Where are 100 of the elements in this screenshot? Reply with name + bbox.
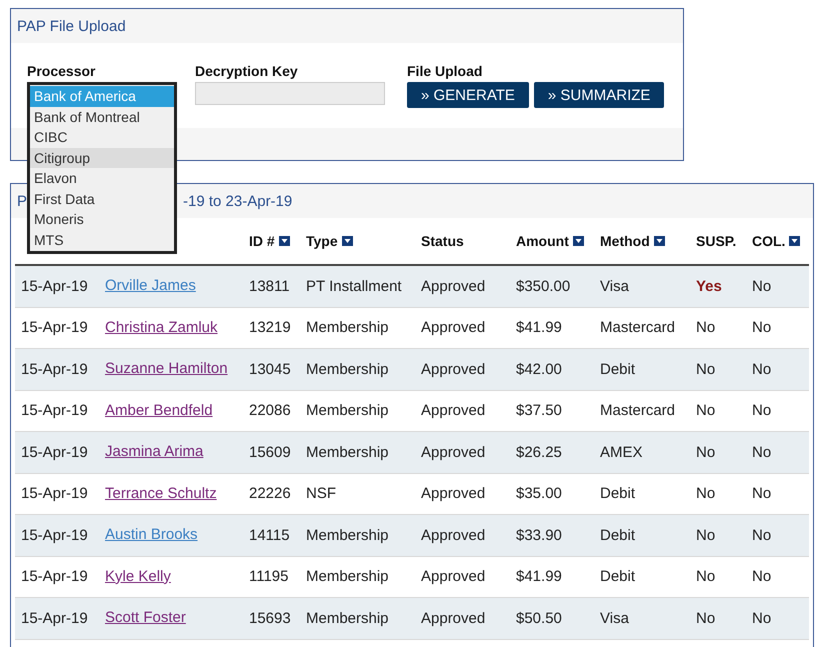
amount-cell-text: $41.99 bbox=[516, 568, 563, 586]
dropdown-option[interactable]: MTS bbox=[30, 230, 174, 250]
type-cell-text: Membership bbox=[306, 610, 390, 627]
collection-cell-text: No bbox=[752, 526, 772, 544]
amount-cell-text: $37.50 bbox=[516, 402, 563, 420]
amount-cell-text: $41.99 bbox=[516, 319, 563, 336]
id-cell-text: 13219 bbox=[249, 319, 292, 336]
status-cell-text: Approved bbox=[421, 319, 486, 336]
field-label: Processor bbox=[27, 63, 96, 79]
decryption-key-field[interactable] bbox=[195, 82, 385, 105]
status-cell-text: Approved bbox=[421, 610, 486, 627]
member-name-link[interactable]: Suzanne Hamilton bbox=[105, 360, 228, 378]
summarize-button[interactable]: » SUMMARIZE bbox=[534, 82, 664, 108]
amount-cell-text: $50.50 bbox=[516, 610, 563, 627]
processor-dropdown-list[interactable]: Bank of America Bank of Montreal CIBC Citigroup Elavon First Data Moneris MTS bbox=[27, 82, 177, 254]
suspicious-cell-text: No bbox=[696, 568, 716, 586]
column-header[interactable]: ID # bbox=[249, 233, 290, 249]
id-cell-text: 22226 bbox=[249, 485, 292, 502]
amount-cell-text: $350.00 bbox=[516, 278, 572, 295]
panel-title: PAP File Upload bbox=[17, 18, 126, 34]
type-cell-text: Membership bbox=[306, 319, 390, 336]
type-cell-text: PT Installment bbox=[306, 278, 403, 295]
suspicious-cell-text: No bbox=[696, 444, 716, 461]
date-cell-text: 15-Apr-19 bbox=[21, 360, 89, 378]
collection-cell-text: No bbox=[752, 360, 772, 378]
panel-title: P bbox=[17, 192, 28, 210]
suspicious-cell-text: No bbox=[696, 526, 716, 544]
member-name-link[interactable]: Christina Zamluk bbox=[105, 318, 218, 336]
dropdown-option[interactable]: First Data bbox=[30, 188, 174, 209]
collection-cell-text: No bbox=[752, 610, 772, 627]
member-name-link[interactable]: Jasmina Arima bbox=[105, 443, 204, 460]
status-cell-text: Approved bbox=[421, 444, 486, 461]
collection-cell-text: No bbox=[752, 568, 772, 586]
date-cell-text: 15-Apr-19 bbox=[21, 485, 89, 502]
method-cell-text: Mastercard bbox=[600, 402, 676, 420]
type-cell-text: Membership bbox=[306, 526, 390, 544]
amount-cell-text: $42.00 bbox=[516, 360, 563, 378]
method-cell-text: AMEX bbox=[600, 444, 644, 461]
member-name-link[interactable]: Kyle Kelly bbox=[105, 568, 171, 585]
id-cell-text: 15609 bbox=[249, 444, 292, 461]
generate-button[interactable]: » GENERATE bbox=[407, 82, 529, 108]
suspicious-cell-text: No bbox=[696, 402, 716, 420]
date-cell-text: 15-Apr-19 bbox=[21, 568, 89, 586]
member-name-link[interactable]: Austin Brooks bbox=[105, 526, 198, 544]
method-cell-text: Debit bbox=[600, 485, 636, 502]
amount-cell-text: $26.25 bbox=[516, 444, 563, 461]
type-cell-text: Membership bbox=[306, 568, 390, 586]
member-name-link[interactable]: Scott Foster bbox=[105, 609, 186, 626]
type-cell-text: Membership bbox=[306, 402, 390, 420]
suspicious-cell-text: No bbox=[696, 360, 716, 378]
id-cell-text: 14115 bbox=[249, 526, 291, 544]
suspicious-cell-text: Yes bbox=[696, 278, 723, 295]
type-cell-text: Membership bbox=[306, 444, 390, 461]
method-cell-text: Debit bbox=[600, 526, 636, 544]
date-cell-text: 15-Apr-19 bbox=[21, 402, 89, 420]
method-cell-text: Debit bbox=[600, 568, 636, 586]
id-cell-text: 13045 bbox=[249, 360, 292, 378]
suspicious-cell-text: No bbox=[696, 319, 716, 336]
panel-title: -19 to 23-Apr-19 bbox=[183, 192, 292, 210]
sort-icon[interactable] bbox=[789, 236, 800, 246]
id-cell-text: 15693 bbox=[249, 610, 292, 627]
date-cell-text: 15-Apr-19 bbox=[21, 526, 89, 544]
amount-cell-text: $33.90 bbox=[516, 526, 563, 544]
method-cell-text: Visa bbox=[600, 610, 630, 627]
sort-icon[interactable] bbox=[654, 236, 665, 246]
column-header[interactable]: Amount bbox=[516, 233, 584, 249]
dropdown-option[interactable]: Elavon bbox=[30, 168, 174, 188]
status-cell-text: Approved bbox=[421, 485, 486, 502]
date-cell-text: 15-Apr-19 bbox=[21, 444, 89, 461]
member-name-link[interactable]: Orville James bbox=[105, 277, 196, 294]
sort-icon[interactable] bbox=[572, 236, 584, 246]
dropdown-option[interactable]: Bank of Montreal bbox=[30, 106, 174, 127]
amount-cell-text: $35.00 bbox=[516, 485, 563, 502]
dropdown-option[interactable]: Citigroup bbox=[30, 148, 174, 168]
status-cell-text: Approved bbox=[421, 568, 486, 586]
id-cell-text: 22086 bbox=[249, 402, 292, 420]
type-cell-text: NSF bbox=[306, 485, 337, 502]
collection-cell-text: No bbox=[752, 278, 772, 295]
column-header[interactable]: Type bbox=[306, 233, 353, 249]
field-label: Decryption Key bbox=[195, 63, 299, 79]
method-cell-text: Visa bbox=[600, 278, 630, 295]
suspicious-cell-text: No bbox=[696, 610, 716, 627]
sort-icon[interactable] bbox=[278, 236, 290, 246]
dropdown-option[interactable]: CIBC bbox=[30, 127, 174, 148]
method-cell-text: Mastercard bbox=[600, 319, 676, 336]
status-cell-text: Approved bbox=[421, 526, 486, 544]
member-name-link[interactable]: Terrance Schultz bbox=[105, 484, 217, 502]
date-cell-text: 15-Apr-19 bbox=[21, 610, 89, 627]
date-cell-text: 15-Apr-19 bbox=[21, 319, 89, 336]
sort-icon[interactable] bbox=[342, 236, 353, 246]
status-cell-text: Approved bbox=[421, 278, 486, 295]
field-label: File Upload bbox=[407, 63, 484, 79]
type-cell-text: Membership bbox=[306, 360, 390, 378]
column-header: Status bbox=[421, 233, 464, 249]
column-header[interactable]: COL. bbox=[752, 233, 800, 249]
collection-cell-text: No bbox=[752, 485, 772, 502]
column-header[interactable]: Method bbox=[600, 233, 665, 249]
date-cell-text: 15-Apr-19 bbox=[21, 278, 89, 295]
dropdown-option[interactable]: Moneris bbox=[30, 209, 174, 230]
member-name-link[interactable]: Amber Bendfeld bbox=[105, 402, 213, 419]
